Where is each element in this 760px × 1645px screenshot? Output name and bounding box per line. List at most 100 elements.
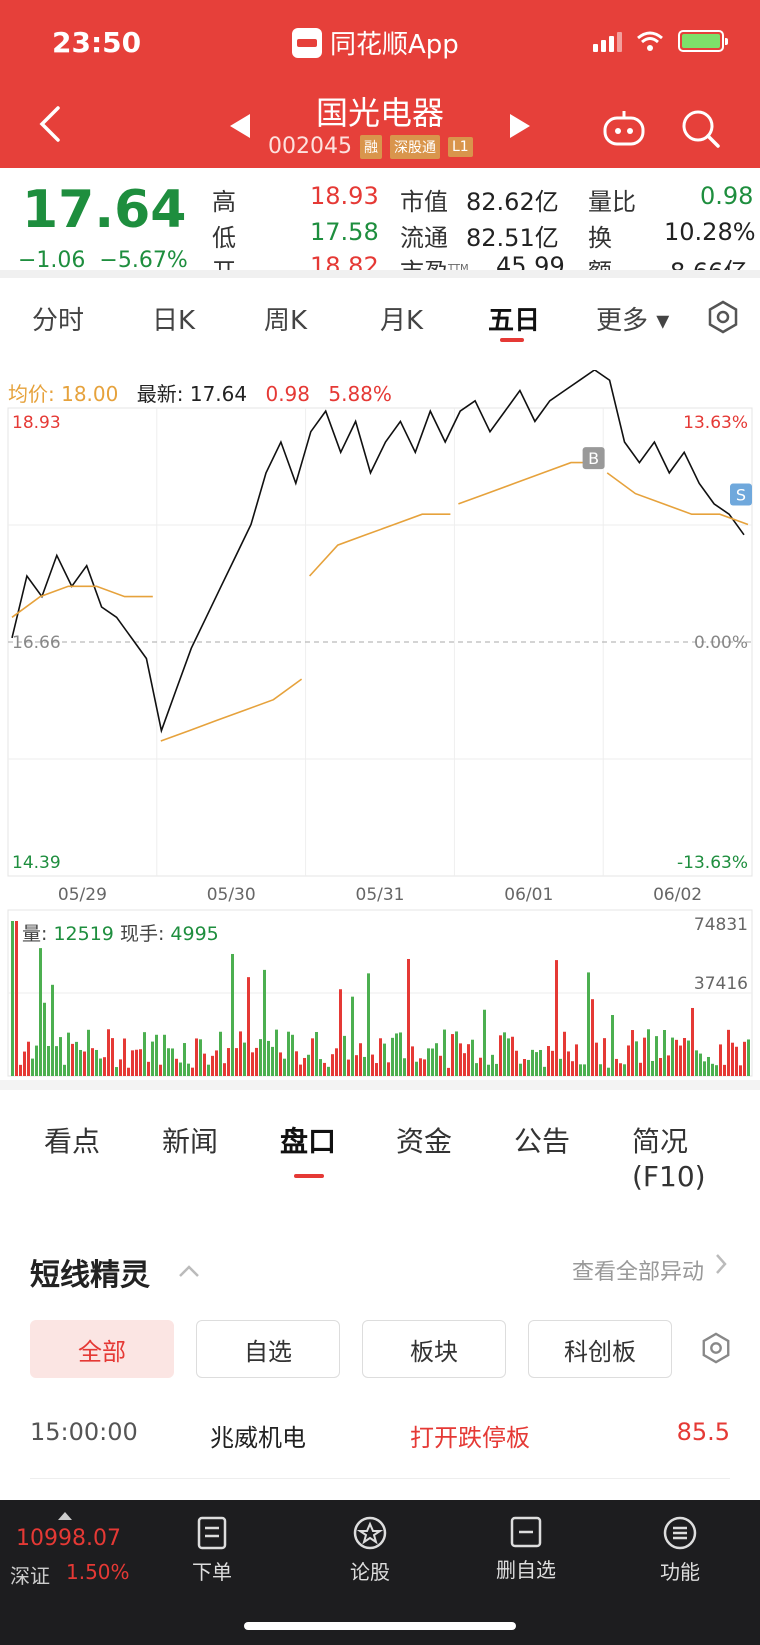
- volume-bar: [235, 1048, 238, 1076]
- tab-f10[interactable]: 简况(F10): [632, 1120, 760, 1193]
- chart-tabs: 分时 日K 周K 月K 五日 更多 ▾: [0, 270, 760, 370]
- x-label: 05/29: [58, 885, 107, 905]
- short-line-spirit: 短线精灵 查看全部异动 全部 自选 板块 科创板 15:00:00 兆威机电 打…: [0, 1190, 760, 1500]
- tag-margin: 融: [359, 134, 382, 159]
- volume-bar: [263, 969, 266, 1076]
- volume-bar: [479, 1057, 482, 1076]
- volume-mid: 37416: [694, 974, 748, 994]
- volume-bar: [171, 1048, 174, 1076]
- event-time: 15:00:00: [30, 1418, 138, 1446]
- tab-highlights[interactable]: 看点: [44, 1120, 100, 1160]
- volume-bar: [207, 1064, 210, 1076]
- volume-bar: [747, 1039, 750, 1076]
- volume-bar: [675, 1039, 678, 1076]
- volume-bar: [699, 1053, 702, 1076]
- next-stock-icon[interactable]: [510, 114, 530, 138]
- volume-bar: [683, 1037, 686, 1076]
- volume-bar: [735, 1046, 738, 1076]
- volume-bar: [579, 1064, 582, 1076]
- robot-icon[interactable]: [602, 108, 646, 148]
- volume-bar: [19, 1064, 22, 1076]
- volume-bar: [551, 1050, 554, 1076]
- volume-bar: [211, 1055, 214, 1076]
- x-label: 06/01: [504, 885, 553, 905]
- price-chart[interactable]: 18.93 16.66 14.39 13.63% 0.00% -13.63% 05/29 05…: [0, 370, 760, 1080]
- volume-bar: [203, 1053, 206, 1076]
- volume-bar: [239, 1031, 242, 1076]
- volume-bar: [363, 1056, 366, 1076]
- volume-bar: [627, 1045, 630, 1076]
- volume-bar: [327, 1066, 330, 1076]
- tab-monthly-k[interactable]: 月K: [380, 300, 423, 337]
- prev-stock-icon[interactable]: [230, 114, 250, 138]
- volume-bar: [187, 1063, 190, 1076]
- functions-label: 功能: [660, 1560, 700, 1584]
- x-label: 05/30: [207, 885, 256, 905]
- index-expand-icon[interactable]: [58, 1512, 72, 1520]
- discuss-button[interactable]: 论股: [320, 1516, 420, 1585]
- tab-funds[interactable]: 资金: [396, 1120, 452, 1160]
- chevron-right-icon[interactable]: [714, 1252, 728, 1276]
- app-badge[interactable]: 同花顺App: [292, 24, 459, 61]
- volume-bar: [295, 1051, 298, 1076]
- tab-five-day[interactable]: 五日: [488, 300, 540, 337]
- chevron-up-icon[interactable]: [178, 1264, 200, 1278]
- order-button[interactable]: 下单: [162, 1516, 262, 1585]
- stock-name: 国光电器: [315, 94, 444, 132]
- volume-bar: [547, 1046, 550, 1076]
- tab-news[interactable]: 新闻: [162, 1120, 218, 1160]
- volume-bar: [243, 1042, 246, 1076]
- volume-bar: [283, 1058, 286, 1076]
- volume-bar: [47, 1045, 50, 1076]
- volume-bar: [271, 1046, 274, 1076]
- app-logo-icon: [292, 27, 322, 58]
- volume-bar: [715, 1065, 718, 1076]
- volume-bar: [515, 1050, 518, 1076]
- tab-weekly-k[interactable]: 周K: [264, 300, 307, 337]
- volume-bar: [719, 1044, 722, 1076]
- filter-all[interactable]: 全部: [30, 1320, 174, 1378]
- volume-max: 74831: [694, 915, 748, 935]
- volume-bar: [487, 1064, 490, 1076]
- volume-bar: [407, 958, 410, 1076]
- list-item[interactable]: 15:00:00 兆威机电 打开跌停板 85.5: [0, 1408, 760, 1468]
- remove-watchlist-button[interactable]: 删自选: [476, 1516, 576, 1583]
- volume-bar: [175, 1058, 178, 1076]
- info-tab-indicator: [294, 1174, 324, 1178]
- tab-order-book[interactable]: 盘口: [280, 1120, 336, 1160]
- volume-bar: [163, 1034, 166, 1076]
- index-value[interactable]: 10998.07: [16, 1526, 121, 1551]
- volume-bar: [15, 921, 18, 1076]
- view-all-link[interactable]: 查看全部异动: [572, 1254, 704, 1286]
- tab-announcements[interactable]: 公告: [514, 1120, 570, 1160]
- volume-bar: [279, 1052, 282, 1076]
- volume-bar: [143, 1032, 146, 1076]
- filter-watchlist[interactable]: 自选: [196, 1320, 340, 1378]
- x-label: 05/31: [356, 885, 405, 905]
- volume-bar: [543, 1066, 546, 1076]
- volume-bar: [647, 1029, 650, 1076]
- buy-marker-label: B: [588, 449, 599, 468]
- tab-intraday[interactable]: 分时: [32, 300, 84, 337]
- divider: [30, 1478, 730, 1479]
- filter-sector[interactable]: 板块: [362, 1320, 506, 1378]
- volume-bar: [463, 1053, 466, 1076]
- tab-more[interactable]: 更多 ▾: [596, 300, 669, 337]
- functions-button[interactable]: 功能: [630, 1516, 730, 1585]
- volume-bar: [399, 1032, 402, 1076]
- gear-icon[interactable]: [706, 300, 740, 334]
- volume-bar: [39, 948, 42, 1076]
- volume-bar: [663, 1030, 666, 1076]
- volume-bar: [99, 1058, 102, 1076]
- filter-star-market[interactable]: 科创板: [528, 1320, 672, 1378]
- tag-level: L1: [447, 136, 473, 157]
- volume-bar: [643, 1037, 646, 1076]
- search-icon[interactable]: [680, 108, 722, 150]
- volume-bar: [575, 1044, 578, 1076]
- high-label: 高: [212, 188, 236, 216]
- tab-daily-k[interactable]: 日K: [152, 300, 195, 337]
- volume-bar: [59, 1037, 62, 1076]
- avg-line: [458, 461, 600, 505]
- filter-settings-icon[interactable]: [700, 1332, 732, 1364]
- volume-bar: [199, 1039, 202, 1076]
